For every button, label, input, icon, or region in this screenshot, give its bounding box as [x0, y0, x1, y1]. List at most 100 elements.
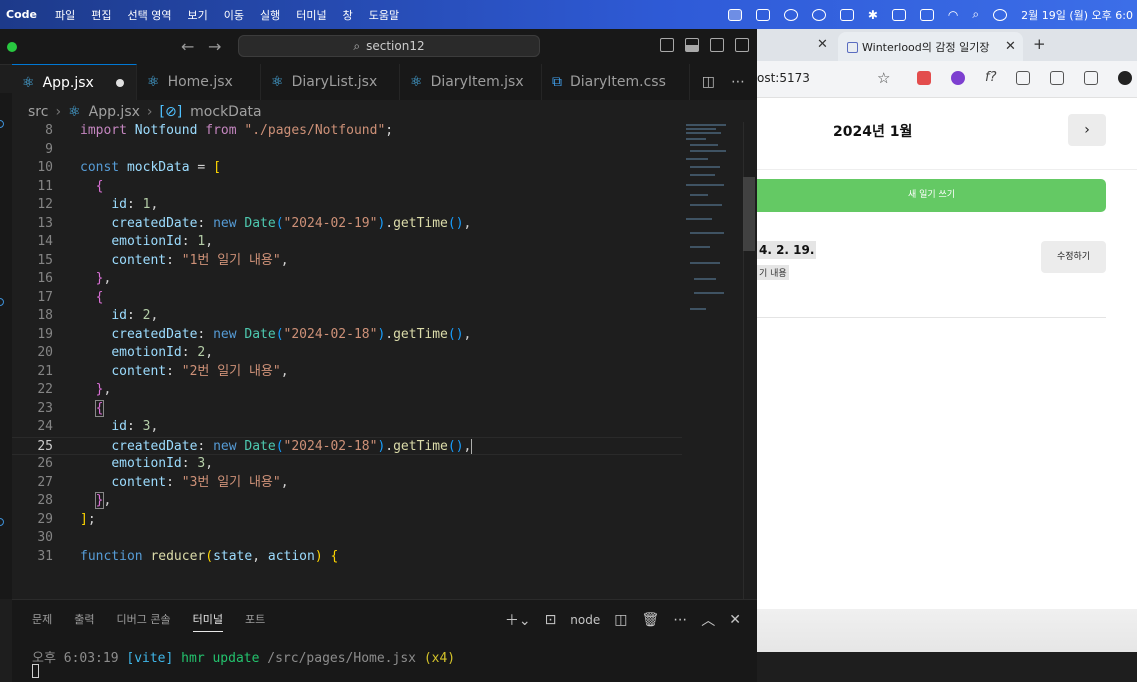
tab-home-jsx[interactable]: ⚛ Home.jsx — [137, 64, 261, 100]
terminal-icon[interactable]: ⊡ — [545, 612, 557, 628]
extension-icon[interactable] — [917, 70, 931, 85]
tab-debug-console[interactable]: 디버그 콘솔 — [117, 611, 171, 632]
toggle-secondary-sidebar-icon[interactable] — [710, 38, 724, 52]
formula-icon[interactable]: f? — [985, 70, 996, 85]
bluetooth-icon[interactable]: ✱ — [868, 8, 878, 22]
page-title: 2024년 1월 — [833, 124, 913, 140]
maximize-panel-icon[interactable]: ︿ — [701, 610, 715, 630]
forward-arrow-icon[interactable]: → — [208, 37, 221, 56]
activity-indicator-icon[interactable] — [0, 120, 4, 128]
command-center[interactable]: ⌕ section12 — [238, 35, 540, 57]
code-line: 26 emotionId: 3, — [37, 456, 214, 471]
chevron-right-icon: › — [55, 104, 62, 120]
tab-diarylist-jsx[interactable]: ⚛ DiaryList.jsx — [261, 64, 400, 100]
back-arrow-icon[interactable]: ← — [181, 37, 194, 56]
next-month-button[interactable]: › — [1068, 114, 1106, 146]
react-icon: ⚛ — [410, 74, 423, 90]
react-icon: ⚛ — [22, 74, 35, 91]
more-icon[interactable]: ⋯ — [673, 612, 687, 628]
media-icon[interactable] — [1050, 70, 1065, 85]
tab-diaryitem-jsx[interactable]: ⚛ DiaryItem.jsx — [400, 64, 542, 100]
favicon-icon — [847, 42, 858, 53]
address-bar[interactable]: ost:5173 — [757, 71, 810, 85]
profile-avatar-icon[interactable] — [1118, 70, 1133, 85]
tab-ports[interactable]: 포트 — [245, 611, 265, 632]
tab-terminal[interactable]: 터미널 — [192, 611, 223, 632]
code-line: 19 createdDate: new Date("2024-02-18").g… — [37, 326, 472, 342]
browser-bottom-shade — [757, 609, 1137, 652]
minimap[interactable] — [684, 122, 744, 322]
cloud-icon[interactable] — [783, 8, 798, 21]
window-zoom-button[interactable] — [7, 42, 17, 52]
breadcrumb-folder[interactable]: src — [28, 104, 48, 120]
clock[interactable]: 2월 19일 (월) 오후 6:0 — [1021, 7, 1133, 23]
more-actions-icon[interactable]: ⋯ — [731, 74, 745, 90]
toggle-sidebar-icon[interactable] — [660, 38, 674, 52]
terminal-shell-name[interactable]: node — [570, 613, 600, 627]
tab-diaryitem-css[interactable]: ⧉ DiaryItem.css — [542, 64, 690, 100]
menu-terminal[interactable]: 터미널 — [296, 7, 326, 23]
close-tab-icon[interactable]: ✕ — [1005, 39, 1016, 54]
wifi-icon[interactable]: ◠ — [948, 8, 958, 22]
code-line: 29]; — [37, 511, 96, 527]
diary-item[interactable]: 4. 2. 19. 기 내용 수정하기 — [757, 229, 1106, 318]
editor-scrollbar[interactable] — [743, 177, 755, 251]
customize-layout-icon[interactable] — [735, 38, 749, 52]
breadcrumb-symbol[interactable]: mockData — [190, 104, 261, 120]
extension-badge-icon[interactable] — [951, 70, 965, 85]
code-line: 31 function reducer(state, action) { — [37, 548, 339, 564]
terminal-output[interactable]: 오후 6:03:19 [vite] hmr update /src/pages/… — [32, 647, 455, 666]
breadcrumb: src › ⚛ App.jsx › [⊘] mockData — [28, 102, 262, 122]
trash-icon[interactable]: 🗑 — [641, 612, 659, 628]
vscode-window: ← → ⌕ section12 ⚛ App.jsx ⚛ Home.jsx ⚛ D… — [0, 29, 757, 682]
code-line: 27 content: "3번 일기 내용", — [37, 474, 289, 490]
browser-tab-active[interactable]: Winterlood의 감정 일기장 ✕ — [838, 32, 1023, 61]
code-line: 28 }, — [37, 492, 112, 509]
code-line: 13 createdDate: new Date("2024-02-19").g… — [37, 215, 472, 231]
menu-run[interactable]: 실행 — [260, 7, 280, 23]
close-tab-icon[interactable]: ✕ — [817, 37, 828, 52]
tab-problems[interactable]: 문제 — [32, 611, 52, 632]
react-icon: ⚛ — [147, 74, 160, 90]
menu-help[interactable]: 도움말 — [369, 7, 399, 23]
panel-tabs: 문제 출력 디버그 콘솔 터미널 포트 — [32, 611, 265, 632]
breadcrumb-file[interactable]: App.jsx — [89, 104, 140, 120]
new-terminal-icon[interactable]: ＋⌄ — [505, 610, 531, 630]
control-center-icon[interactable] — [993, 8, 1008, 21]
new-tab-icon[interactable]: + — [1033, 35, 1046, 53]
split-terminal-icon[interactable]: ◫ — [614, 612, 627, 628]
sidebar-icon[interactable] — [1084, 70, 1099, 85]
menu-go[interactable]: 이동 — [224, 7, 244, 23]
menu-selection[interactable]: 선택 영역 — [127, 7, 171, 23]
activity-indicator-icon[interactable] — [0, 518, 4, 526]
menu-file[interactable]: 파일 — [55, 7, 75, 23]
code-line: 14 emotionId: 1, — [37, 234, 214, 249]
grid-icon[interactable] — [755, 8, 770, 21]
macos-menubar: Code 파일 편집 선택 영역 보기 이동 실행 터미널 창 도움말 ✱ ◠ … — [0, 0, 1137, 29]
split-editor-icon[interactable]: ◫ — [702, 74, 715, 90]
toggle-panel-icon[interactable] — [685, 38, 699, 52]
input-source-icon[interactable] — [891, 8, 906, 21]
tab-app-jsx[interactable]: ⚛ App.jsx — [12, 64, 137, 100]
code-editor[interactable]: 8 import Notfound from "./pages/Notfound"… — [12, 122, 757, 599]
edit-button[interactable]: 수정하기 — [1041, 241, 1106, 273]
battery-icon[interactable] — [919, 8, 934, 21]
tab-output[interactable]: 출력 — [74, 611, 94, 632]
menu-view[interactable]: 보기 — [187, 7, 207, 23]
bookmark-star-icon[interactable]: ☆ — [877, 69, 890, 87]
browser-toolbar: ost:5173 ☆ f? — [757, 61, 1137, 98]
unsaved-dot-icon[interactable] — [115, 78, 124, 87]
menu-window[interactable]: 창 — [343, 7, 353, 23]
activity-bar-edge — [0, 93, 12, 599]
display-icon[interactable] — [839, 8, 854, 21]
diary-header: 2024년 1월 › — [757, 97, 1137, 170]
close-panel-icon[interactable]: ✕ — [729, 612, 741, 628]
menu-edit[interactable]: 편집 — [91, 7, 111, 23]
spotlight-icon[interactable]: ⌕ — [972, 7, 979, 22]
puzzle-icon[interactable] — [1016, 70, 1031, 85]
play-icon[interactable] — [811, 8, 826, 21]
activity-indicator-icon[interactable] — [0, 298, 4, 306]
new-diary-button[interactable]: 새 일기 쓰기 — [757, 179, 1106, 212]
app-menu[interactable]: Code — [6, 8, 37, 21]
screen-record-icon[interactable] — [727, 8, 742, 21]
